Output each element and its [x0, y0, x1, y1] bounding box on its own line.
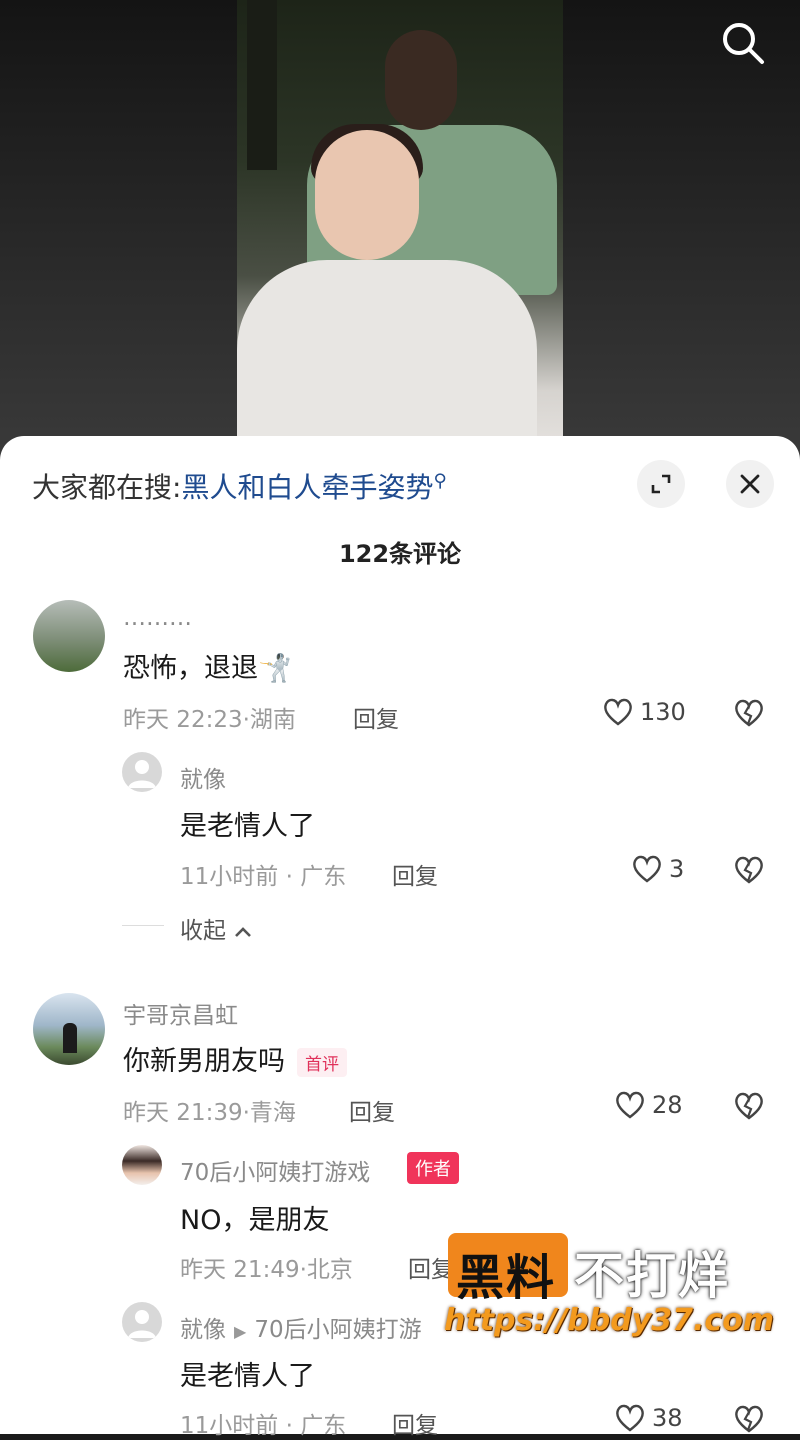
reply-button[interactable]: 回复 — [392, 857, 438, 891]
search-suggestion[interactable]: 大家都在搜:黑人和白人牵手姿势⚲ — [32, 466, 447, 506]
avatar[interactable] — [122, 752, 162, 792]
reply-text: 是老情人了 — [180, 811, 315, 842]
default-avatar-icon — [128, 1310, 156, 1338]
reply-button[interactable]: 回复 — [353, 700, 399, 734]
like-count: 3 — [669, 855, 685, 883]
watermark-url: https://bbdy37.com — [444, 1303, 775, 1338]
avatar[interactable] — [33, 993, 105, 1065]
comment-text: 恐怖，退退🤺 — [123, 653, 292, 684]
collapse-button[interactable]: 收起 — [180, 911, 253, 945]
search-hint: 大家都在搜: — [32, 471, 182, 504]
reply-username: 就像 ▶ 70后小阿姨打游 — [180, 1310, 422, 1344]
heart-icon — [633, 855, 661, 883]
search-icon[interactable] — [718, 18, 768, 68]
like-button[interactable]: 3 — [631, 854, 684, 884]
like-count: 28 — [652, 1091, 683, 1119]
fencing-emoji-icon: 🤺 — [258, 653, 292, 684]
like-count: 38 — [652, 1404, 683, 1432]
reply-button[interactable]: 回复 — [392, 1406, 438, 1440]
reply-username-link[interactable]: 就像 — [180, 1317, 226, 1343]
like-count: 130 — [640, 698, 686, 726]
close-button[interactable] — [726, 460, 774, 508]
reply-text: NO，是朋友 — [180, 1205, 330, 1236]
avatar[interactable] — [122, 1302, 162, 1342]
reply-time: 11小时前 · 广东 — [180, 864, 347, 890]
close-icon — [740, 474, 760, 494]
heart-icon — [604, 698, 632, 726]
reply-to-username[interactable]: 70后小阿姨打游 — [254, 1317, 421, 1343]
comment-count: 122条评论 — [338, 540, 462, 568]
reply-username[interactable]: 70后小阿姨打游戏 — [180, 1153, 370, 1187]
heart-icon — [616, 1404, 644, 1432]
reply-username[interactable]: 就像 — [180, 760, 226, 794]
like-button[interactable]: 28 — [614, 1090, 683, 1120]
comment-username[interactable]: ……… — [123, 605, 192, 631]
comment-text: 你新男朋友吗 首评 — [123, 1039, 347, 1078]
heart-icon — [616, 1091, 644, 1119]
comment-time: 昨天 21:39·青海 — [123, 1100, 296, 1126]
reply-time: 昨天 21:49·北京 — [180, 1257, 353, 1283]
reply-to-arrow-icon: ▶ — [234, 1322, 247, 1341]
chevron-up-icon — [235, 926, 252, 937]
like-button[interactable]: 38 — [614, 1403, 683, 1433]
avatar[interactable] — [33, 600, 105, 672]
default-avatar-icon — [128, 760, 156, 788]
reply-button[interactable]: 回复 — [349, 1093, 395, 1127]
dislike-icon[interactable] — [732, 855, 766, 885]
search-query-link[interactable]: 黑人和白人牵手姿势 — [181, 471, 433, 504]
watermark-text: 黑料 — [456, 1250, 557, 1306]
comment-username[interactable]: 宇哥京昌虹 — [123, 996, 238, 1030]
like-button[interactable]: 130 — [602, 697, 686, 727]
reply-time: 11小时前 · 广东 — [180, 1413, 347, 1439]
author-badge: 作者 — [407, 1152, 459, 1184]
video-area[interactable] — [0, 0, 800, 460]
search-small-icon: ⚲ — [433, 470, 447, 492]
dislike-icon[interactable] — [732, 1404, 766, 1434]
dislike-icon[interactable] — [732, 1091, 766, 1121]
expand-button[interactable] — [637, 460, 685, 508]
watermark-text: 不打烊 — [574, 1247, 730, 1305]
reply-text: 是老情人了 — [180, 1361, 315, 1392]
comment-time: 昨天 22:23·湖南 — [123, 707, 296, 733]
avatar[interactable] — [122, 1145, 162, 1185]
expand-icon — [651, 474, 671, 494]
first-comment-badge: 首评 — [297, 1048, 347, 1077]
video-frame — [237, 0, 563, 460]
dislike-icon[interactable] — [732, 698, 766, 728]
divider — [122, 925, 164, 926]
